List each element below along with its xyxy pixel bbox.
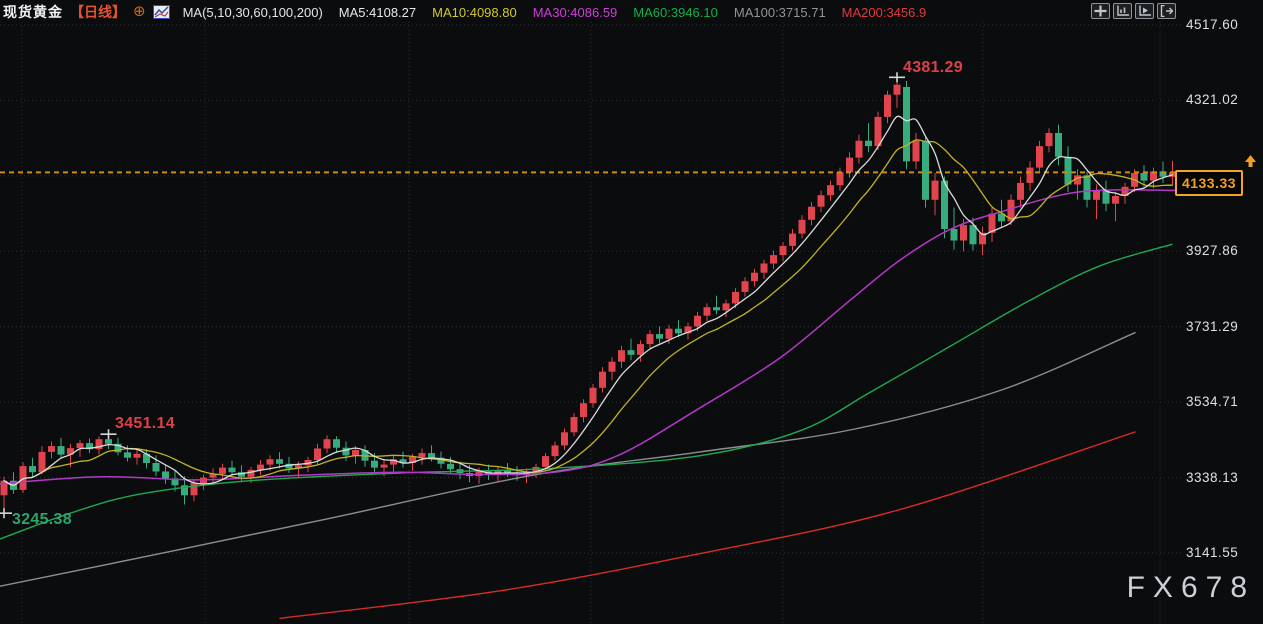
ma200-value: MA200:3456.9 bbox=[842, 5, 927, 20]
axis-label: 3731.29 bbox=[1186, 318, 1256, 336]
price-axis[interactable]: 4517.60 4321.02 4124.44 3927.86 3731.29 … bbox=[1183, 0, 1263, 624]
ma-config-label[interactable]: MA(5,10,30,60,100,200) bbox=[183, 5, 323, 20]
ma30-value: MA30:4086.59 bbox=[533, 5, 618, 20]
axis-label: 3927.86 bbox=[1186, 242, 1256, 260]
watermark: FX678 bbox=[1127, 571, 1255, 605]
local-high-annotation: 3451.14 bbox=[115, 415, 175, 433]
period-label[interactable]: 【日线】 bbox=[70, 2, 126, 22]
axis-label: 4321.02 bbox=[1186, 91, 1256, 109]
current-price-tag: 4133.33 bbox=[1175, 170, 1243, 196]
chart-toolbar bbox=[1091, 3, 1176, 19]
mini-chart-icon[interactable] bbox=[153, 5, 170, 19]
add-indicator-icon[interactable]: ⊕ bbox=[133, 5, 146, 19]
axis-label: 3338.13 bbox=[1186, 469, 1256, 487]
axis-play-icon[interactable] bbox=[1135, 3, 1154, 19]
crosshair-icon[interactable] bbox=[1091, 3, 1110, 19]
axis-label: 3534.71 bbox=[1186, 393, 1256, 411]
axis-label: 4517.60 bbox=[1186, 16, 1256, 34]
axis-scale-icon[interactable] bbox=[1113, 3, 1132, 19]
ma100-value: MA100:3715.71 bbox=[734, 5, 826, 20]
symbol-title: 现货黄金 bbox=[3, 2, 63, 22]
exit-icon[interactable] bbox=[1157, 3, 1176, 19]
ma60-value: MA60:3946.10 bbox=[633, 5, 718, 20]
ma5-value: MA5:4108.27 bbox=[339, 5, 416, 20]
low-price-annotation: 3245.38 bbox=[12, 511, 72, 529]
price-up-arrow-icon bbox=[1244, 155, 1257, 169]
chart-window: { "header": { "symbol": "现货黄金", "period"… bbox=[0, 0, 1263, 624]
candlestick-chart[interactable] bbox=[0, 0, 1263, 624]
peak-price-annotation: 4381.29 bbox=[903, 59, 963, 77]
ma10-value: MA10:4098.80 bbox=[432, 5, 517, 20]
chart-header: 现货黄金 【日线】 ⊕ MA(5,10,30,60,100,200) MA5:4… bbox=[3, 2, 926, 22]
axis-label: 3141.55 bbox=[1186, 544, 1256, 562]
